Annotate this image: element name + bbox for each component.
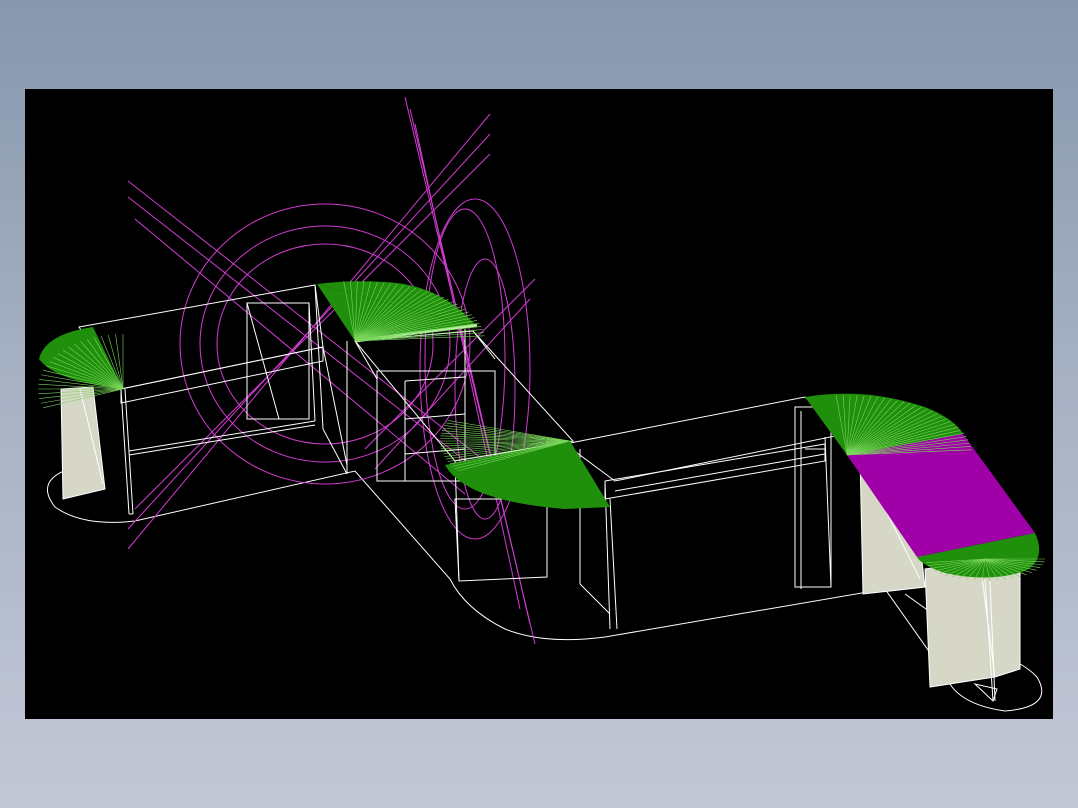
fan-line (447, 420, 571, 442)
desk-model-scene (38, 96, 1045, 712)
cad-viewport[interactable] (25, 89, 1053, 719)
left-end-panel (60, 386, 106, 500)
